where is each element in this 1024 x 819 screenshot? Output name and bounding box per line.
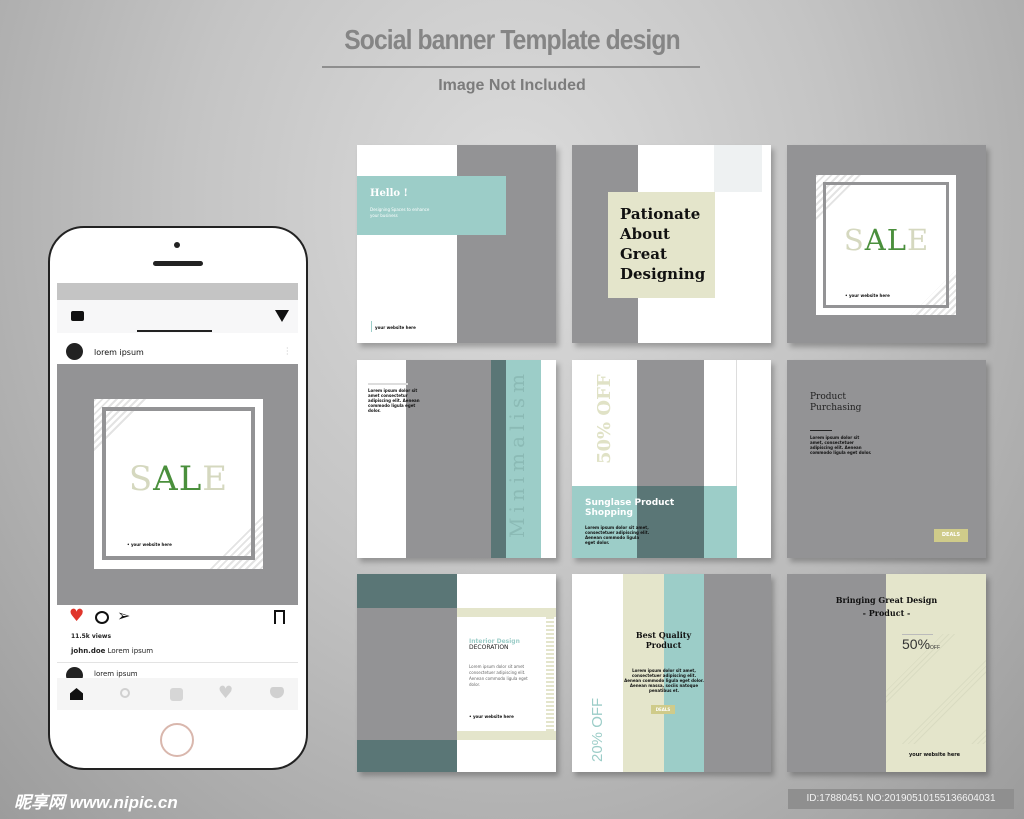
banner-card-hello: Hello ! Designing Spaces to enhance your…: [357, 145, 556, 343]
card-title: Sunglase Product Shopping: [585, 498, 675, 518]
headline-line: Designing: [620, 265, 706, 283]
banner-card-best-quality: Best Quality Product Lorem ipsum dolor s…: [572, 574, 771, 772]
bottom-nav: ♥: [57, 678, 298, 710]
banner-card-interior: Interior Design DECORATION Lorem ipsum d…: [357, 574, 556, 772]
watermark-logo: 昵享网 www.nipic.cn: [14, 793, 178, 812]
website-text: • your website here: [845, 293, 890, 298]
next-post-username[interactable]: lorem ipsum: [94, 670, 138, 678]
activity-icon[interactable]: ♥: [218, 683, 233, 703]
home-button[interactable]: [160, 723, 194, 757]
views-count: 11.5k views: [71, 633, 112, 640]
share-icon[interactable]: ➢: [117, 607, 130, 625]
app-header: [57, 300, 298, 333]
page-title: Social banner Template design: [344, 24, 680, 55]
card-text: Lorem ipsum dolor sit amet consectetur a…: [368, 388, 420, 413]
vertical-discount: 20% OFF: [589, 697, 606, 762]
card-title: Bringing Great Design: [835, 595, 938, 605]
card-text: Lorem ipsum dolor sit amet, consectetuer…: [624, 668, 704, 693]
card-text: Lorem ipsum dolor sit amet consectetuer …: [469, 664, 528, 687]
headline-line: Great: [620, 245, 667, 263]
headline-line: Pationate: [620, 205, 701, 223]
banner-card-bringing-design: Bringing Great Design - Product - 50%OFF …: [787, 574, 986, 772]
post-username[interactable]: lorem ipsum: [94, 348, 144, 357]
vertical-text: Minimalism: [505, 368, 529, 538]
watermark-id: ID:17880451 NO:20190510155136604031: [788, 789, 1014, 809]
sale-text: SALE: [128, 459, 229, 499]
banner-card-sale: SALE • your website here: [787, 145, 986, 343]
card-text: Lorem ipsum dolor sit amet, consectetuer…: [585, 525, 650, 545]
title-divider: [322, 66, 700, 68]
page-subtitle: Image Not Included: [438, 77, 586, 94]
banner-card-sunglass: 50% OFF Sunglase Product Shopping Lorem …: [572, 360, 771, 558]
deals-button[interactable]: DEALS: [934, 529, 968, 542]
banner-card-pationate: Pationate About Great Designing: [572, 145, 771, 343]
camera-icon[interactable]: [71, 311, 84, 321]
card-text: Designing Spaces to enhance your busines…: [370, 207, 430, 218]
home-icon[interactable]: [70, 688, 83, 700]
comment-icon[interactable]: [95, 611, 109, 624]
search-icon[interactable]: [120, 688, 130, 698]
front-camera: [174, 242, 180, 248]
discount-text: 50%OFF: [902, 636, 941, 652]
speaker: [153, 261, 203, 266]
avatar[interactable]: [66, 343, 83, 360]
status-bar: [57, 283, 298, 300]
headline-line: About: [620, 225, 670, 243]
add-icon[interactable]: [170, 688, 183, 701]
website-text: your website here: [375, 325, 416, 330]
bookmark-icon[interactable]: [274, 610, 285, 624]
header-indicator: [137, 330, 212, 332]
website-text: • your website here: [127, 542, 172, 547]
caption-user[interactable]: john.doe: [71, 647, 105, 655]
more-icon[interactable]: · · ·: [286, 345, 289, 359]
heart-icon[interactable]: ♥: [69, 608, 84, 625]
phone-screen: lorem ipsum · · · SALE • your website here…: [57, 283, 298, 710]
card-title: Best Quality Product: [635, 630, 692, 650]
website-text: • your website here: [469, 714, 514, 719]
card-subtitle: DECORATION: [469, 644, 509, 651]
profile-icon[interactable]: [270, 687, 284, 699]
website-text: your website here: [909, 752, 961, 758]
banner-card-minimalism: Lorem ipsum dolor sit amet consectetur a…: [357, 360, 556, 558]
vertical-discount: 50% OFF: [594, 374, 615, 464]
banner-card-product-purchasing: Product Purchasing Lorem ipsum dolor sit …: [787, 360, 986, 558]
caption-text: Lorem ipsum: [107, 647, 154, 655]
teal-box: [357, 176, 506, 235]
card-title: Hello !: [370, 188, 408, 199]
card-subtitle: - Product -: [862, 608, 911, 618]
deals-button[interactable]: DEALS: [651, 705, 675, 714]
card-title: Product Purchasing: [810, 392, 862, 413]
sale-text: SALE: [843, 223, 930, 257]
send-icon[interactable]: [275, 310, 289, 322]
card-text: Lorem ipsum dolor sit amet, consectetuer…: [810, 435, 872, 455]
